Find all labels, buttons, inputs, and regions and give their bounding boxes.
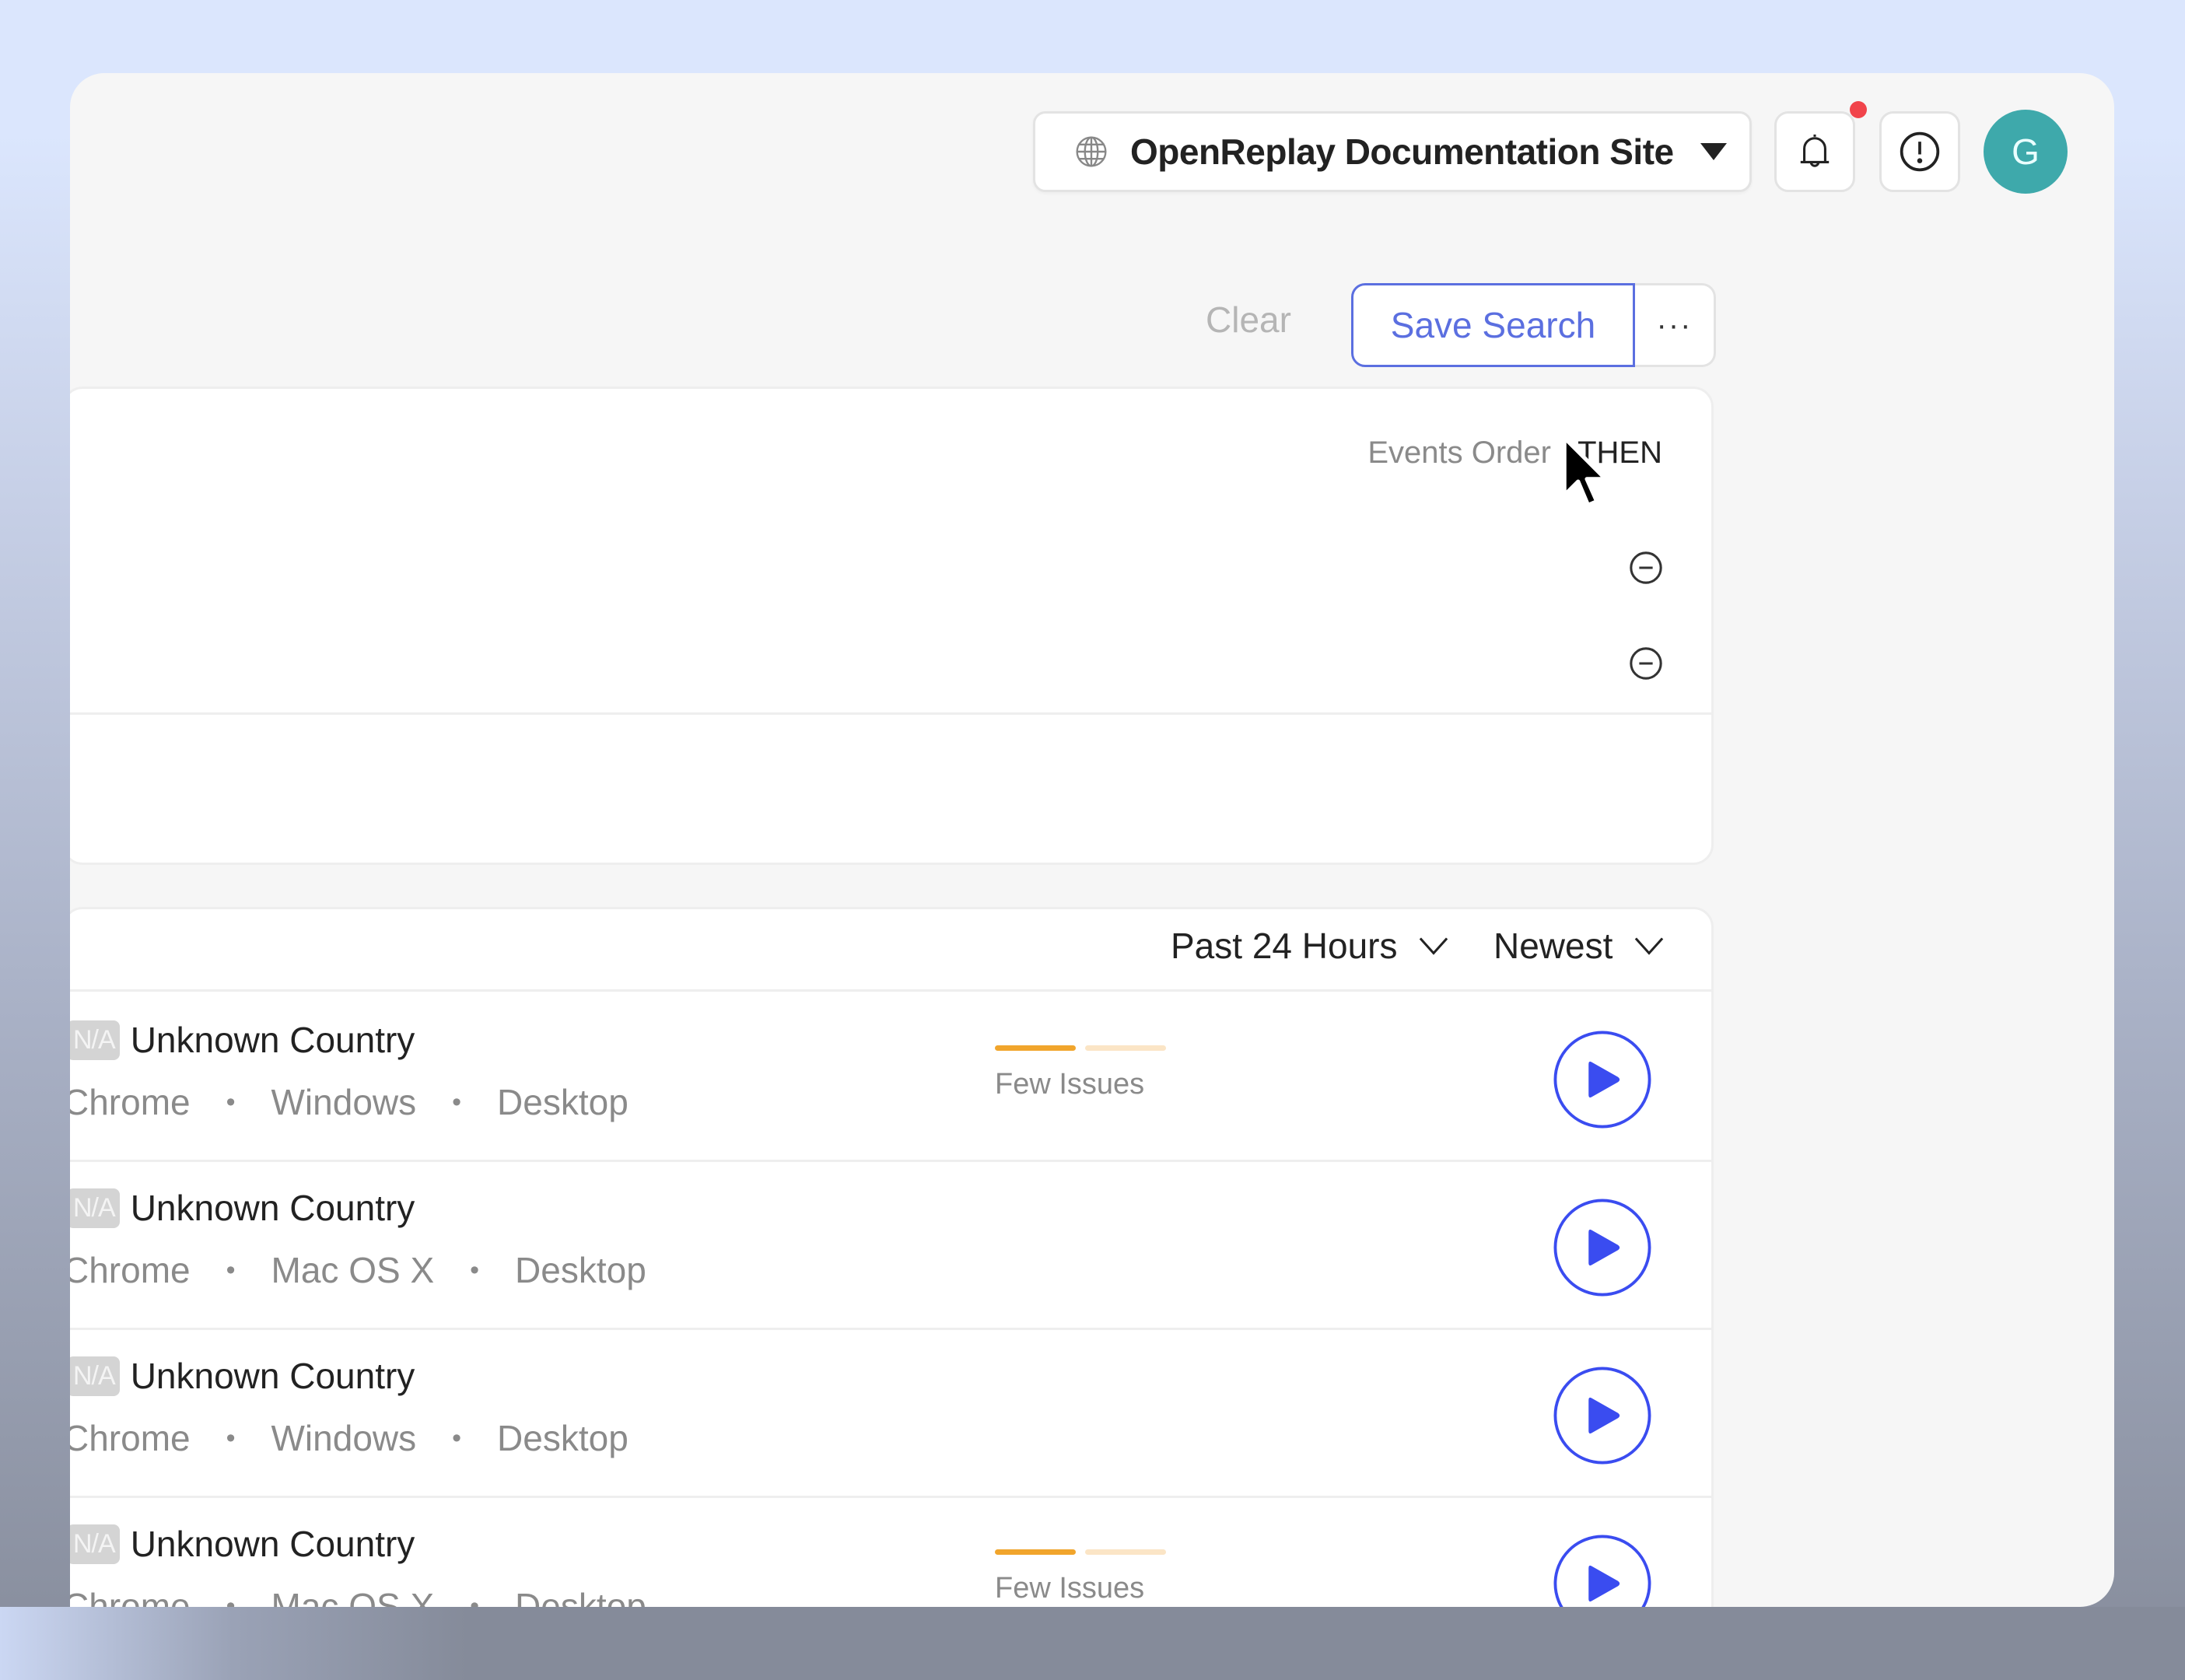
clear-button[interactable]: Clear [1206, 299, 1291, 341]
separator-dot: • [226, 1255, 236, 1285]
country-name: Unknown Country [130, 1188, 415, 1228]
project-name: OpenReplay Documentation Site [1130, 131, 1674, 172]
issues-indicator: Few Issues [995, 1549, 1166, 1605]
os-label: Mac OS X [271, 1250, 435, 1290]
separator-dot: • [452, 1423, 462, 1453]
play-session-button[interactable] [1552, 1029, 1653, 1130]
issue-level-segment [1085, 1045, 1166, 1051]
session-row[interactable]: N/A Unknown Country Chrome • Windows • Desktop [70, 1330, 1711, 1498]
session-meta: Chrome • Windows • Desktop [70, 1081, 629, 1123]
minus-circle-icon[interactable] [1628, 550, 1664, 586]
country-name: Unknown Country [130, 1524, 415, 1564]
os-label: Windows [271, 1082, 417, 1122]
save-search-button[interactable]: Save Search [1351, 283, 1635, 367]
play-session-button[interactable] [1552, 1533, 1653, 1607]
country-line: N/A Unknown Country [70, 1355, 415, 1397]
mouse-cursor [1562, 436, 1608, 507]
country-line: N/A Unknown Country [70, 1187, 415, 1229]
country-name: Unknown Country [130, 1020, 415, 1060]
avatar-initial: G [2012, 131, 2040, 172]
session-meta: Chrome • Windows • Desktop [70, 1417, 629, 1459]
browser-label: Chrome [70, 1250, 191, 1290]
issue-level-segment [995, 1045, 1076, 1051]
country-flag-badge: N/A [70, 1356, 120, 1396]
desktop-background [0, 1607, 2185, 1680]
more-options-button[interactable]: ··· [1635, 283, 1716, 367]
session-row[interactable]: N/A Unknown Country Chrome • Windows • Desktop… [70, 994, 1711, 1162]
separator-dot: • [226, 1423, 236, 1453]
sessions-header: Past 24 Hours Newest [70, 909, 1711, 992]
device-label: Desktop [515, 1250, 646, 1290]
issue-level-segment [995, 1549, 1076, 1555]
separator-dot: • [452, 1087, 462, 1117]
filter-divider [70, 712, 1711, 715]
issues-label: Few Issues [995, 1068, 1145, 1101]
country-line: N/A Unknown Country [70, 1523, 415, 1565]
session-row[interactable]: N/A Unknown Country Chrome • Mac OS X • Deskto… [70, 1162, 1711, 1330]
play-session-button[interactable] [1552, 1365, 1653, 1466]
sort-dropdown[interactable]: Newest [1493, 925, 1664, 967]
country-flag-badge: N/A [70, 1524, 120, 1564]
os-label: Mac OS X [271, 1586, 435, 1607]
issues-indicator: Few Issues [995, 1045, 1166, 1101]
save-search-label: Save Search [1390, 305, 1596, 345]
sessions-panel: Past 24 Hours Newest N/A Unknown Country C… [70, 907, 1714, 1607]
issue-level-segment [1085, 1549, 1166, 1555]
separator-dot: • [226, 1591, 236, 1608]
chevron-down-icon [1635, 937, 1664, 955]
device-label: Desktop [497, 1082, 629, 1122]
browser-label: Chrome [70, 1082, 191, 1122]
country-flag-badge: N/A [70, 1188, 120, 1228]
play-session-button[interactable] [1552, 1197, 1653, 1298]
os-label: Windows [271, 1418, 417, 1458]
session-row[interactable]: N/A Unknown Country Chrome • Mac OS X • Deskto… [70, 1498, 1711, 1607]
issue-bars [995, 1045, 1166, 1051]
caret-down-icon [1700, 143, 1727, 160]
notifications-button[interactable] [1774, 111, 1855, 192]
browser-label: Chrome [70, 1586, 191, 1607]
session-meta: Chrome • Mac OS X • Desktop [70, 1585, 646, 1607]
user-avatar[interactable]: G [1984, 110, 2068, 194]
period-dropdown[interactable]: Past 24 Hours [1171, 925, 1448, 967]
issue-bars [995, 1549, 1166, 1555]
minus-circle-icon[interactable] [1628, 646, 1664, 681]
bell-icon [1800, 134, 1830, 167]
browser-label: Chrome [70, 1418, 191, 1458]
info-button[interactable] [1879, 111, 1960, 192]
app-window: OpenReplay Documentation Site G Clear Sa… [70, 73, 2114, 1607]
device-label: Desktop [497, 1418, 629, 1458]
chevron-down-icon [1420, 937, 1448, 955]
events-order-label: Events Order [1367, 436, 1551, 470]
device-label: Desktop [515, 1586, 646, 1607]
notification-dot [1850, 101, 1867, 118]
sort-label: Newest [1493, 926, 1613, 966]
issues-label: Few Issues [995, 1572, 1145, 1605]
separator-dot: • [226, 1087, 236, 1117]
separator-dot: • [470, 1255, 480, 1285]
globe-icon [1076, 136, 1107, 167]
ellipsis-icon: ··· [1656, 307, 1693, 342]
country-flag-badge: N/A [70, 1020, 120, 1060]
filter-panel: Events Order THEN [70, 387, 1714, 865]
session-meta: Chrome • Mac OS X • Desktop [70, 1249, 646, 1291]
country-line: N/A Unknown Country [70, 1019, 415, 1061]
country-name: Unknown Country [130, 1356, 415, 1396]
separator-dot: • [470, 1591, 480, 1608]
exclamation-circle-icon [1900, 131, 1940, 172]
project-selector[interactable]: OpenReplay Documentation Site [1033, 111, 1752, 192]
period-label: Past 24 Hours [1171, 926, 1398, 966]
